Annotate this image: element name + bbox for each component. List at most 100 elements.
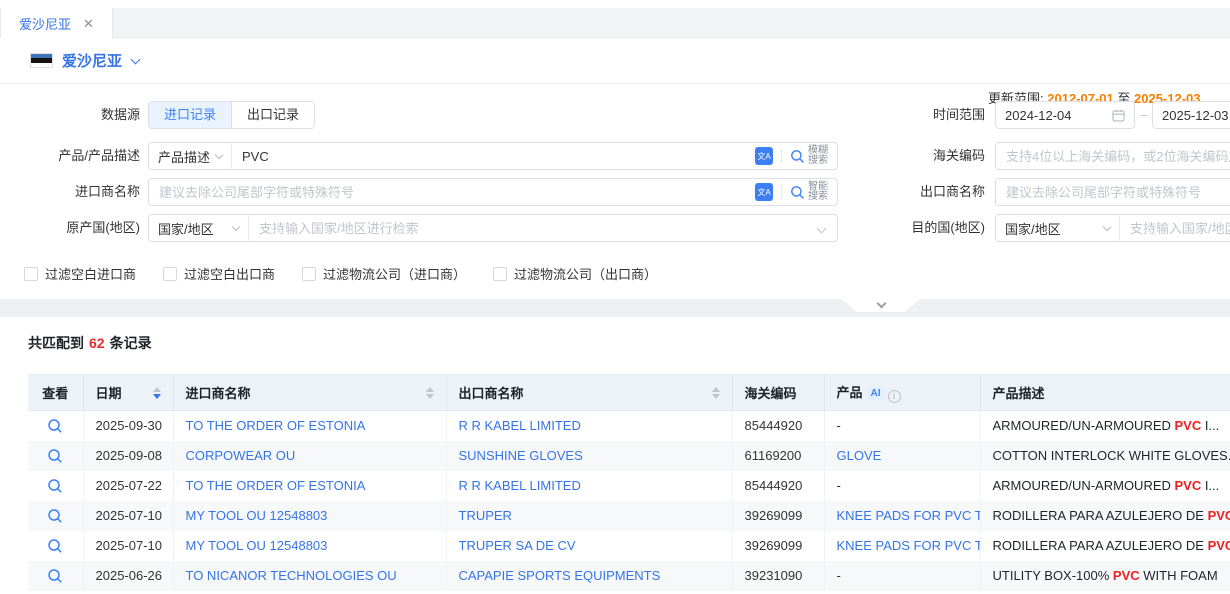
row-hs-code: 39231090 xyxy=(732,561,824,591)
checkbox-icon[interactable] xyxy=(302,267,316,281)
hs-code-input[interactable] xyxy=(996,144,1230,168)
exporter-link[interactable]: CAPAPIE SPORTS EQUIPMENTS xyxy=(459,568,661,583)
view-record-button[interactable] xyxy=(47,508,63,524)
sort-exporter[interactable] xyxy=(712,387,720,399)
checkbox-icon[interactable] xyxy=(24,267,38,281)
filter-checkbox[interactable]: 过滤物流公司（进口商） xyxy=(302,264,466,283)
row-product: - xyxy=(837,418,841,433)
product-search-group: 产品描述 文A 模糊搜索 xyxy=(148,142,838,170)
row-hs-code: 39269099 xyxy=(732,531,824,561)
row-hs-code: 61169200 xyxy=(732,441,824,471)
divider xyxy=(781,149,782,163)
exporter-link[interactable]: TRUPER xyxy=(459,508,512,523)
origin-input[interactable] xyxy=(249,216,818,240)
sort-importer[interactable] xyxy=(426,387,434,399)
exporter-link[interactable]: R R KABEL LIMITED xyxy=(459,418,581,433)
view-record-button[interactable] xyxy=(47,448,63,464)
destination-label: 目的国(地区) xyxy=(845,214,985,242)
date-to-input[interactable]: 2025-12-03 xyxy=(1152,101,1230,129)
product-input[interactable] xyxy=(232,144,755,168)
date-from-input[interactable]: 2024-12-04 xyxy=(995,101,1135,129)
col-date[interactable]: 日期 xyxy=(83,375,173,411)
checkbox-icon[interactable] xyxy=(493,267,507,281)
import-records-toggle[interactable]: 进口记录 xyxy=(149,102,231,128)
result-summary: 共匹配到62条记录 xyxy=(28,333,1230,353)
close-icon[interactable]: ✕ xyxy=(83,17,94,30)
product-type-select[interactable]: 产品描述 xyxy=(149,143,232,169)
magnifier-icon xyxy=(47,478,63,494)
table-row: 2025-07-22 TO THE ORDER OF ESTONIA R R K… xyxy=(28,471,1230,501)
col-importer[interactable]: 进口商名称 xyxy=(173,375,446,411)
importer-link[interactable]: MY TOOL OU 12548803 xyxy=(186,538,328,553)
exporter-input[interactable] xyxy=(996,180,1230,204)
view-record-button[interactable] xyxy=(47,538,63,554)
exporter-link[interactable]: SUNSHINE GLOVES xyxy=(459,448,583,463)
table-row: 2025-07-10 MY TOOL OU 12548803 TRUPER 39… xyxy=(28,501,1230,531)
row-product[interactable]: KNEE PADS FOR PVC T... xyxy=(837,508,981,523)
importer-link[interactable]: MY TOOL OU 12548803 xyxy=(186,508,328,523)
magnifier-icon xyxy=(47,568,63,584)
exporter-link[interactable]: R R KABEL LIMITED xyxy=(459,478,581,493)
filter-checkbox[interactable]: 过滤空白进口商 xyxy=(24,264,136,283)
view-record-button[interactable] xyxy=(47,418,63,434)
view-record-button[interactable] xyxy=(47,478,63,494)
destination-type-select[interactable]: 国家/地区 xyxy=(996,215,1120,241)
export-records-toggle[interactable]: 出口记录 xyxy=(231,102,314,128)
search-icon xyxy=(790,185,805,200)
collapse-handle[interactable] xyxy=(842,299,920,312)
table-row: 2025-06-26 TO NICANOR TECHNOLOGIES OU CA… xyxy=(28,561,1230,591)
col-exporter[interactable]: 出口商名称 xyxy=(446,375,732,411)
translate-icon[interactable]: 文A xyxy=(755,183,773,201)
tab-estonia[interactable]: 爱沙尼亚 ✕ xyxy=(0,8,113,38)
country-header: 爱沙尼亚 xyxy=(0,38,1230,84)
summary-prefix: 共匹配到 xyxy=(28,335,84,351)
row-product[interactable]: KNEE PADS FOR PVC T... xyxy=(837,538,981,553)
importer-link[interactable]: TO NICANOR TECHNOLOGIES OU xyxy=(186,568,397,583)
results-panel: 共匹配到62条记录 查看 日期 进口商名称 出口商名称 海关编码 产品AIi 产… xyxy=(0,317,1230,591)
col-view: 查看 xyxy=(28,375,83,411)
row-date: 2025-07-22 xyxy=(83,471,173,501)
row-product[interactable]: GLOVE xyxy=(837,448,882,463)
records-table: 查看 日期 进口商名称 出口商名称 海关编码 产品AIi 产品描述 2025-0… xyxy=(28,374,1230,591)
magnifier-icon xyxy=(47,538,63,554)
importer-link[interactable]: CORPOWEAR OU xyxy=(186,448,296,463)
filter-checkbox[interactable]: 过滤物流公司（出口商） xyxy=(493,264,657,283)
table-row: 2025-09-30 TO THE ORDER OF ESTONIA R R K… xyxy=(28,411,1230,441)
checkbox-icon[interactable] xyxy=(163,267,177,281)
row-hs-code: 39269099 xyxy=(732,501,824,531)
origin-type-select[interactable]: 国家/地区 xyxy=(149,215,249,241)
sort-date[interactable] xyxy=(153,387,161,399)
row-product: - xyxy=(837,568,841,583)
info-icon[interactable]: i xyxy=(888,390,901,403)
filter-checkbox[interactable]: 过滤空白出口商 xyxy=(163,264,275,283)
view-record-button[interactable] xyxy=(47,568,63,584)
checkbox-label: 过滤空白进口商 xyxy=(45,264,136,283)
smart-search-button[interactable]: 智能搜索 xyxy=(790,182,837,202)
importer-link[interactable]: TO THE ORDER OF ESTONIA xyxy=(186,418,366,433)
row-date: 2025-07-10 xyxy=(83,501,173,531)
fuzzy-search-button[interactable]: 模糊搜索 xyxy=(790,146,837,166)
exporter-link[interactable]: TRUPER SA DE CV xyxy=(459,538,576,553)
importer-input[interactable] xyxy=(149,180,755,204)
product-type-value: 产品描述 xyxy=(158,147,210,166)
panel-gap xyxy=(0,299,1230,317)
destination-input[interactable] xyxy=(1120,216,1230,240)
row-product: - xyxy=(837,478,841,493)
tab-bar: 爱沙尼亚 ✕ xyxy=(0,0,1230,38)
importer-search-group: 文A 智能搜索 xyxy=(148,178,838,206)
chevron-down-icon[interactable] xyxy=(817,223,827,233)
row-hs-code: 85444920 xyxy=(732,411,824,441)
summary-count: 62 xyxy=(89,335,105,351)
row-desc: COTTON INTERLOCK WHITE GLOVES... xyxy=(980,441,1230,471)
origin-type-value: 国家/地区 xyxy=(158,219,214,238)
datasource-label: 数据源 xyxy=(0,101,140,129)
col-product: 产品AIi xyxy=(824,375,980,411)
date-to-value: 2025-12-03 xyxy=(1162,108,1229,123)
divider xyxy=(781,185,782,199)
search-icon xyxy=(790,149,805,164)
date-range-dash: – xyxy=(1138,101,1150,129)
translate-icon[interactable]: 文A xyxy=(755,147,773,165)
checkbox-label: 过滤物流公司（进口商） xyxy=(323,264,466,283)
chevron-down-icon[interactable] xyxy=(131,54,141,64)
importer-link[interactable]: TO THE ORDER OF ESTONIA xyxy=(186,478,366,493)
